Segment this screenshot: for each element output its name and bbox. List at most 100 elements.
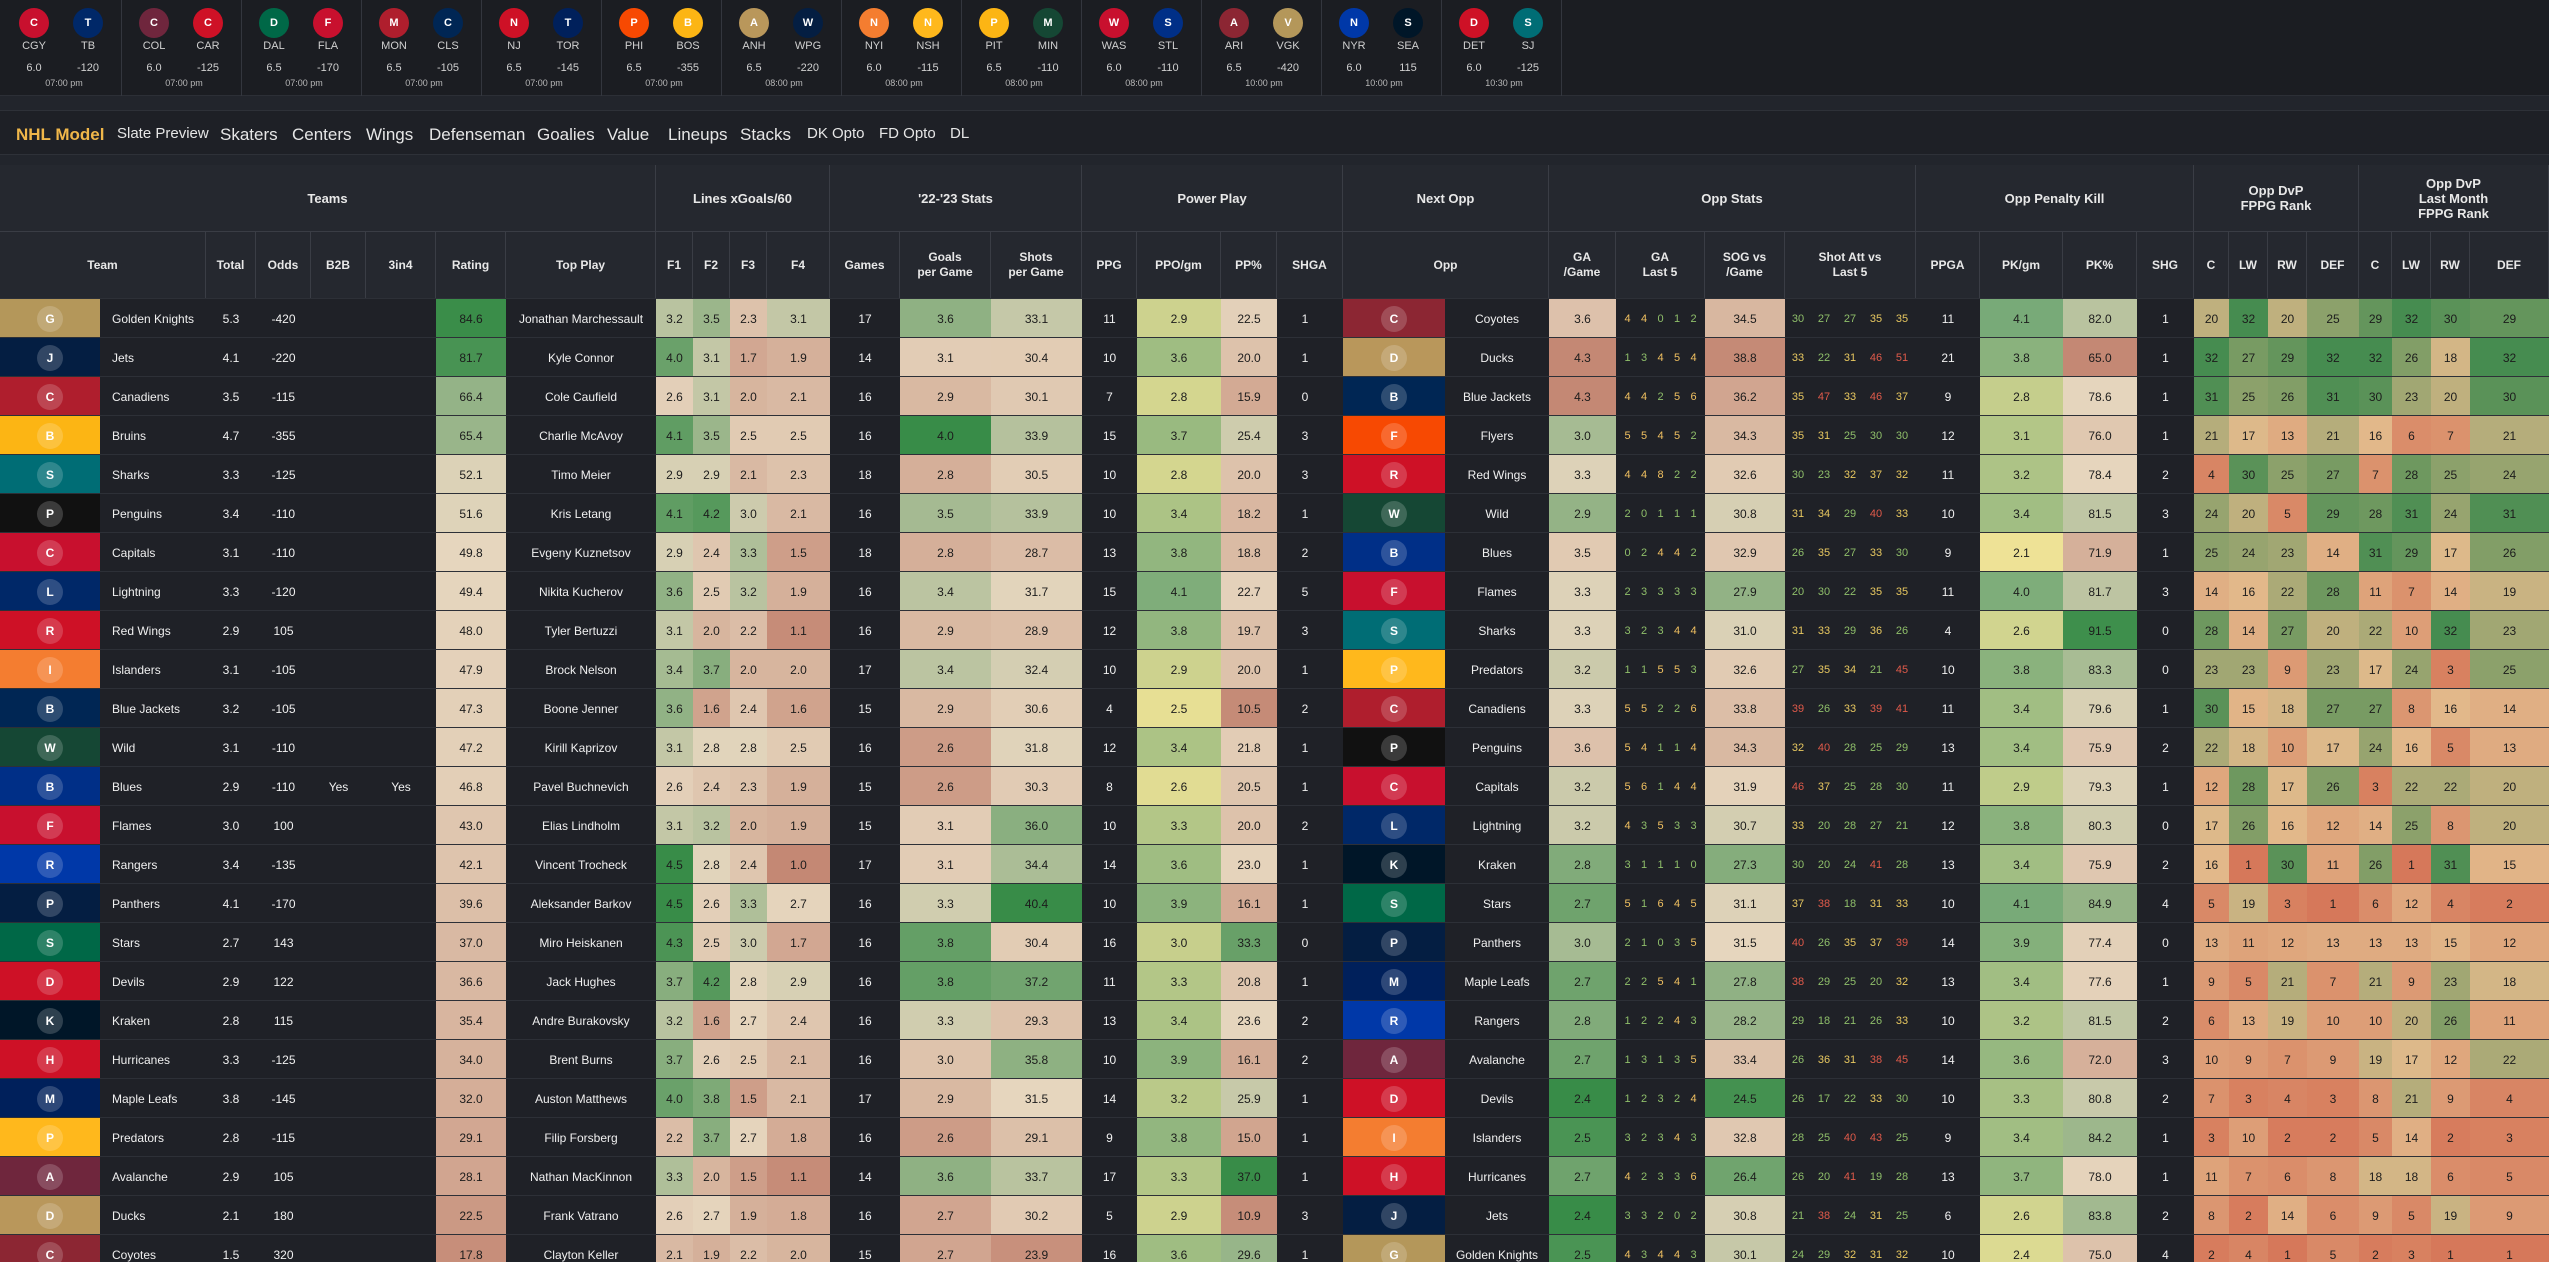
column-header[interactable]: B2B bbox=[311, 232, 366, 298]
nav-defenseman[interactable]: Defenseman bbox=[429, 125, 525, 145]
ga-last5-value: 5 bbox=[1673, 429, 1681, 442]
column-header[interactable]: GA /Game bbox=[1549, 232, 1616, 298]
column-header[interactable]: F4 bbox=[767, 232, 830, 298]
column-header[interactable]: GA Last 5 bbox=[1616, 232, 1705, 298]
opp-ga-per-game: 2.4 bbox=[1549, 1079, 1616, 1118]
column-header[interactable]: PK/gm bbox=[1980, 232, 2063, 298]
shot-att-value: 45 bbox=[1895, 663, 1909, 676]
column-header[interactable]: C bbox=[2359, 232, 2392, 298]
table-row[interactable]: P Panthers 4.1 -170 39.6 Aleksander Barkov 4.5… bbox=[0, 883, 2549, 923]
column-header[interactable]: DEF bbox=[2470, 232, 2549, 298]
game-card[interactable]: P PIT 6.5 M MIN -110 08:00 pm bbox=[966, 0, 1082, 96]
column-header[interactable]: Top Play bbox=[506, 232, 656, 298]
nav-fd-opto[interactable]: FD Opto bbox=[879, 125, 936, 142]
table-row[interactable]: C Capitals 3.1 -110 49.8 Evgeny Kuznetsov 2.9 2… bbox=[0, 532, 2549, 572]
game-card[interactable]: P PHI 6.5 B BOS -355 07:00 pm bbox=[606, 0, 722, 96]
column-header[interactable]: Games bbox=[830, 232, 900, 298]
pp-goals: 14 bbox=[1102, 1091, 1117, 1106]
table-row[interactable]: A Avalanche 2.9 105 28.1 Nathan MacKinnon 3.3 2… bbox=[0, 1156, 2549, 1196]
table-row[interactable]: M Maple Leafs 3.8 -145 32.0 Auston Matthews 4.… bbox=[0, 1078, 2549, 1118]
ga-last5-value: 4 bbox=[1657, 1248, 1664, 1261]
column-header[interactable]: C bbox=[2194, 232, 2229, 298]
column-header[interactable]: RW bbox=[2431, 232, 2470, 298]
game-card[interactable]: D DAL 6.5 F FLA -170 07:00 pm bbox=[246, 0, 362, 96]
table-row[interactable]: B Blue Jackets 3.2 -105 47.3 Boone Jenner 3.6 1… bbox=[0, 688, 2549, 728]
game-card[interactable]: M MON 6.5 C CLS -105 07:00 pm bbox=[366, 0, 482, 96]
table-row[interactable]: G Golden Knights 5.3 -420 84.6 Jonathan March… bbox=[0, 298, 2549, 338]
column-header[interactable]: Opp bbox=[1343, 232, 1549, 298]
column-header[interactable]: SHG bbox=[2137, 232, 2194, 298]
game-card[interactable]: A ANH 6.5 W WPG -220 08:00 pm bbox=[726, 0, 842, 96]
column-header[interactable]: F2 bbox=[693, 232, 730, 298]
nav-wings[interactable]: Wings bbox=[366, 125, 413, 145]
nav-centers[interactable]: Centers bbox=[292, 125, 352, 145]
dvp-rank: 17 bbox=[2307, 728, 2359, 767]
column-header[interactable]: PPO/gm bbox=[1137, 232, 1221, 298]
games-played: 16 bbox=[858, 974, 872, 989]
column-header[interactable]: 3in4 bbox=[366, 232, 436, 298]
table-row[interactable]: L Lightning 3.3 -120 49.4 Nikita Kucherov 3.6 2… bbox=[0, 571, 2549, 611]
game-card[interactable]: N NYR 6.0 S SEA 115 10:00 pm bbox=[1326, 0, 1442, 96]
column-header[interactable]: F3 bbox=[730, 232, 767, 298]
column-header[interactable]: DEF bbox=[2307, 232, 2359, 298]
table-row[interactable]: P Penguins 3.4 -110 51.6 Kris Letang 4.1 4.2 3.0… bbox=[0, 493, 2549, 533]
nav-goalies[interactable]: Goalies bbox=[537, 125, 595, 145]
game-card[interactable]: C CGY 6.0 T TB -120 07:00 pm bbox=[6, 0, 122, 96]
table-row[interactable]: H Hurricanes 3.3 -125 34.0 Brent Burns 3.7 2.6 2… bbox=[0, 1039, 2549, 1079]
nav-lineups[interactable]: Lineups bbox=[668, 125, 728, 145]
column-header[interactable]: Team bbox=[0, 232, 206, 298]
column-header[interactable]: PPGA bbox=[1916, 232, 1980, 298]
table-row[interactable]: S Sharks 3.3 -125 52.1 Timo Meier 2.9 2.9 2.1 2.3… bbox=[0, 454, 2549, 494]
nav-stacks[interactable]: Stacks bbox=[740, 125, 791, 145]
column-header[interactable]: LW bbox=[2392, 232, 2431, 298]
nav-dl[interactable]: DL bbox=[950, 125, 969, 142]
table-row[interactable]: J Jets 4.1 -220 81.7 Kyle Connor 4.0 3.1 1.7 1.9 1… bbox=[0, 337, 2549, 377]
table-row[interactable]: B Bruins 4.7 -355 65.4 Charlie McAvoy 4.1 3.5 2.… bbox=[0, 415, 2549, 455]
table-row[interactable]: S Stars 2.7 143 37.0 Miro Heiskanen 4.3 2.5 3.0 1… bbox=[0, 922, 2549, 962]
table-row[interactable]: C Canadiens 3.5 -115 66.4 Cole Caufield 2.6 3.1… bbox=[0, 376, 2549, 416]
column-header[interactable]: Goals per Game bbox=[900, 232, 991, 298]
table-row[interactable]: R Red Wings 2.9 105 48.0 Tyler Bertuzzi 3.1 2.0… bbox=[0, 610, 2549, 650]
table-row[interactable]: F Flames 3.0 100 43.0 Elias Lindholm 3.1 3.2 2.0… bbox=[0, 805, 2549, 845]
game-card[interactable]: N NJ 6.5 T TOR -145 07:00 pm bbox=[486, 0, 602, 96]
column-header[interactable]: Odds bbox=[256, 232, 311, 298]
pp-goals: 11 bbox=[1103, 311, 1116, 326]
column-header[interactable]: Rating bbox=[436, 232, 506, 298]
nav-brand[interactable]: NHL Model bbox=[16, 125, 104, 145]
column-header[interactable]: Shots per Game bbox=[991, 232, 1082, 298]
nav-dk-opto[interactable]: DK Opto bbox=[807, 125, 865, 142]
column-header[interactable]: PPG bbox=[1082, 232, 1137, 298]
table-row[interactable]: B Blues 2.9 -110 Yes Yes 46.8 Pavel Buchnevich 2… bbox=[0, 766, 2549, 806]
table-row[interactable]: I Islanders 3.1 -105 47.9 Brock Nelson 3.4 3.7 2… bbox=[0, 649, 2549, 689]
table-row[interactable]: R Rangers 3.4 -135 42.1 Vincent Trocheck 4.5 2.… bbox=[0, 844, 2549, 884]
column-header[interactable]: Shot Att vs Last 5 bbox=[1785, 232, 1916, 298]
table-row[interactable]: W Wild 3.1 -110 47.2 Kirill Kaprizov 3.1 2.8 2.8… bbox=[0, 727, 2549, 767]
game-card[interactable]: W WAS 6.0 S STL -110 08:00 pm bbox=[1086, 0, 1202, 96]
table-row[interactable]: D Ducks 2.1 180 22.5 Frank Vatrano 2.6 2.7 1.9 1.… bbox=[0, 1195, 2549, 1235]
opp-ga-per-game: 3.3 bbox=[1549, 689, 1616, 728]
game-card[interactable]: A ARI 6.5 V VGK -420 10:00 pm bbox=[1206, 0, 1322, 96]
column-header[interactable]: SOG vs /Game bbox=[1705, 232, 1785, 298]
table-row[interactable]: D Devils 2.9 122 36.6 Jack Hughes 3.7 4.2 2.8 2.9… bbox=[0, 961, 2549, 1001]
column-header[interactable]: PP% bbox=[1221, 232, 1277, 298]
nav-slate-preview[interactable]: Slate Preview bbox=[117, 125, 209, 142]
column-header[interactable]: SHGA bbox=[1277, 232, 1343, 298]
nav-value[interactable]: Value bbox=[607, 125, 649, 145]
table-row[interactable]: P Predators 2.8 -115 29.1 Filip Forsberg 2.2 3.… bbox=[0, 1117, 2549, 1157]
team-rating: 28.1 bbox=[436, 1157, 506, 1196]
nav-skaters[interactable]: Skaters bbox=[220, 125, 278, 145]
table-row[interactable]: K Kraken 2.8 115 35.4 Andre Burakovsky 3.2 1.6 2… bbox=[0, 1000, 2549, 1040]
game-card[interactable]: C COL 6.0 C CAR -125 07:00 pm bbox=[126, 0, 242, 96]
table-row[interactable]: C Coyotes 1.5 320 17.8 Clayton Keller 2.1 1.9 2.… bbox=[0, 1234, 2549, 1262]
column-header[interactable]: Total bbox=[206, 232, 256, 298]
game-team: M MIN bbox=[1026, 8, 1070, 52]
goals-per-game: 2.6 bbox=[900, 728, 991, 767]
column-header[interactable]: PK% bbox=[2063, 232, 2137, 298]
column-header[interactable]: F1 bbox=[656, 232, 693, 298]
opp-logo-icon: A bbox=[1343, 1040, 1445, 1079]
game-team: M MON bbox=[372, 8, 416, 52]
column-header[interactable]: RW bbox=[2268, 232, 2307, 298]
game-card[interactable]: N NYI 6.0 N NSH -115 08:00 pm bbox=[846, 0, 962, 96]
column-header[interactable]: LW bbox=[2229, 232, 2268, 298]
game-card[interactable]: D DET 6.0 S SJ -125 10:30 pm bbox=[1446, 0, 1562, 96]
